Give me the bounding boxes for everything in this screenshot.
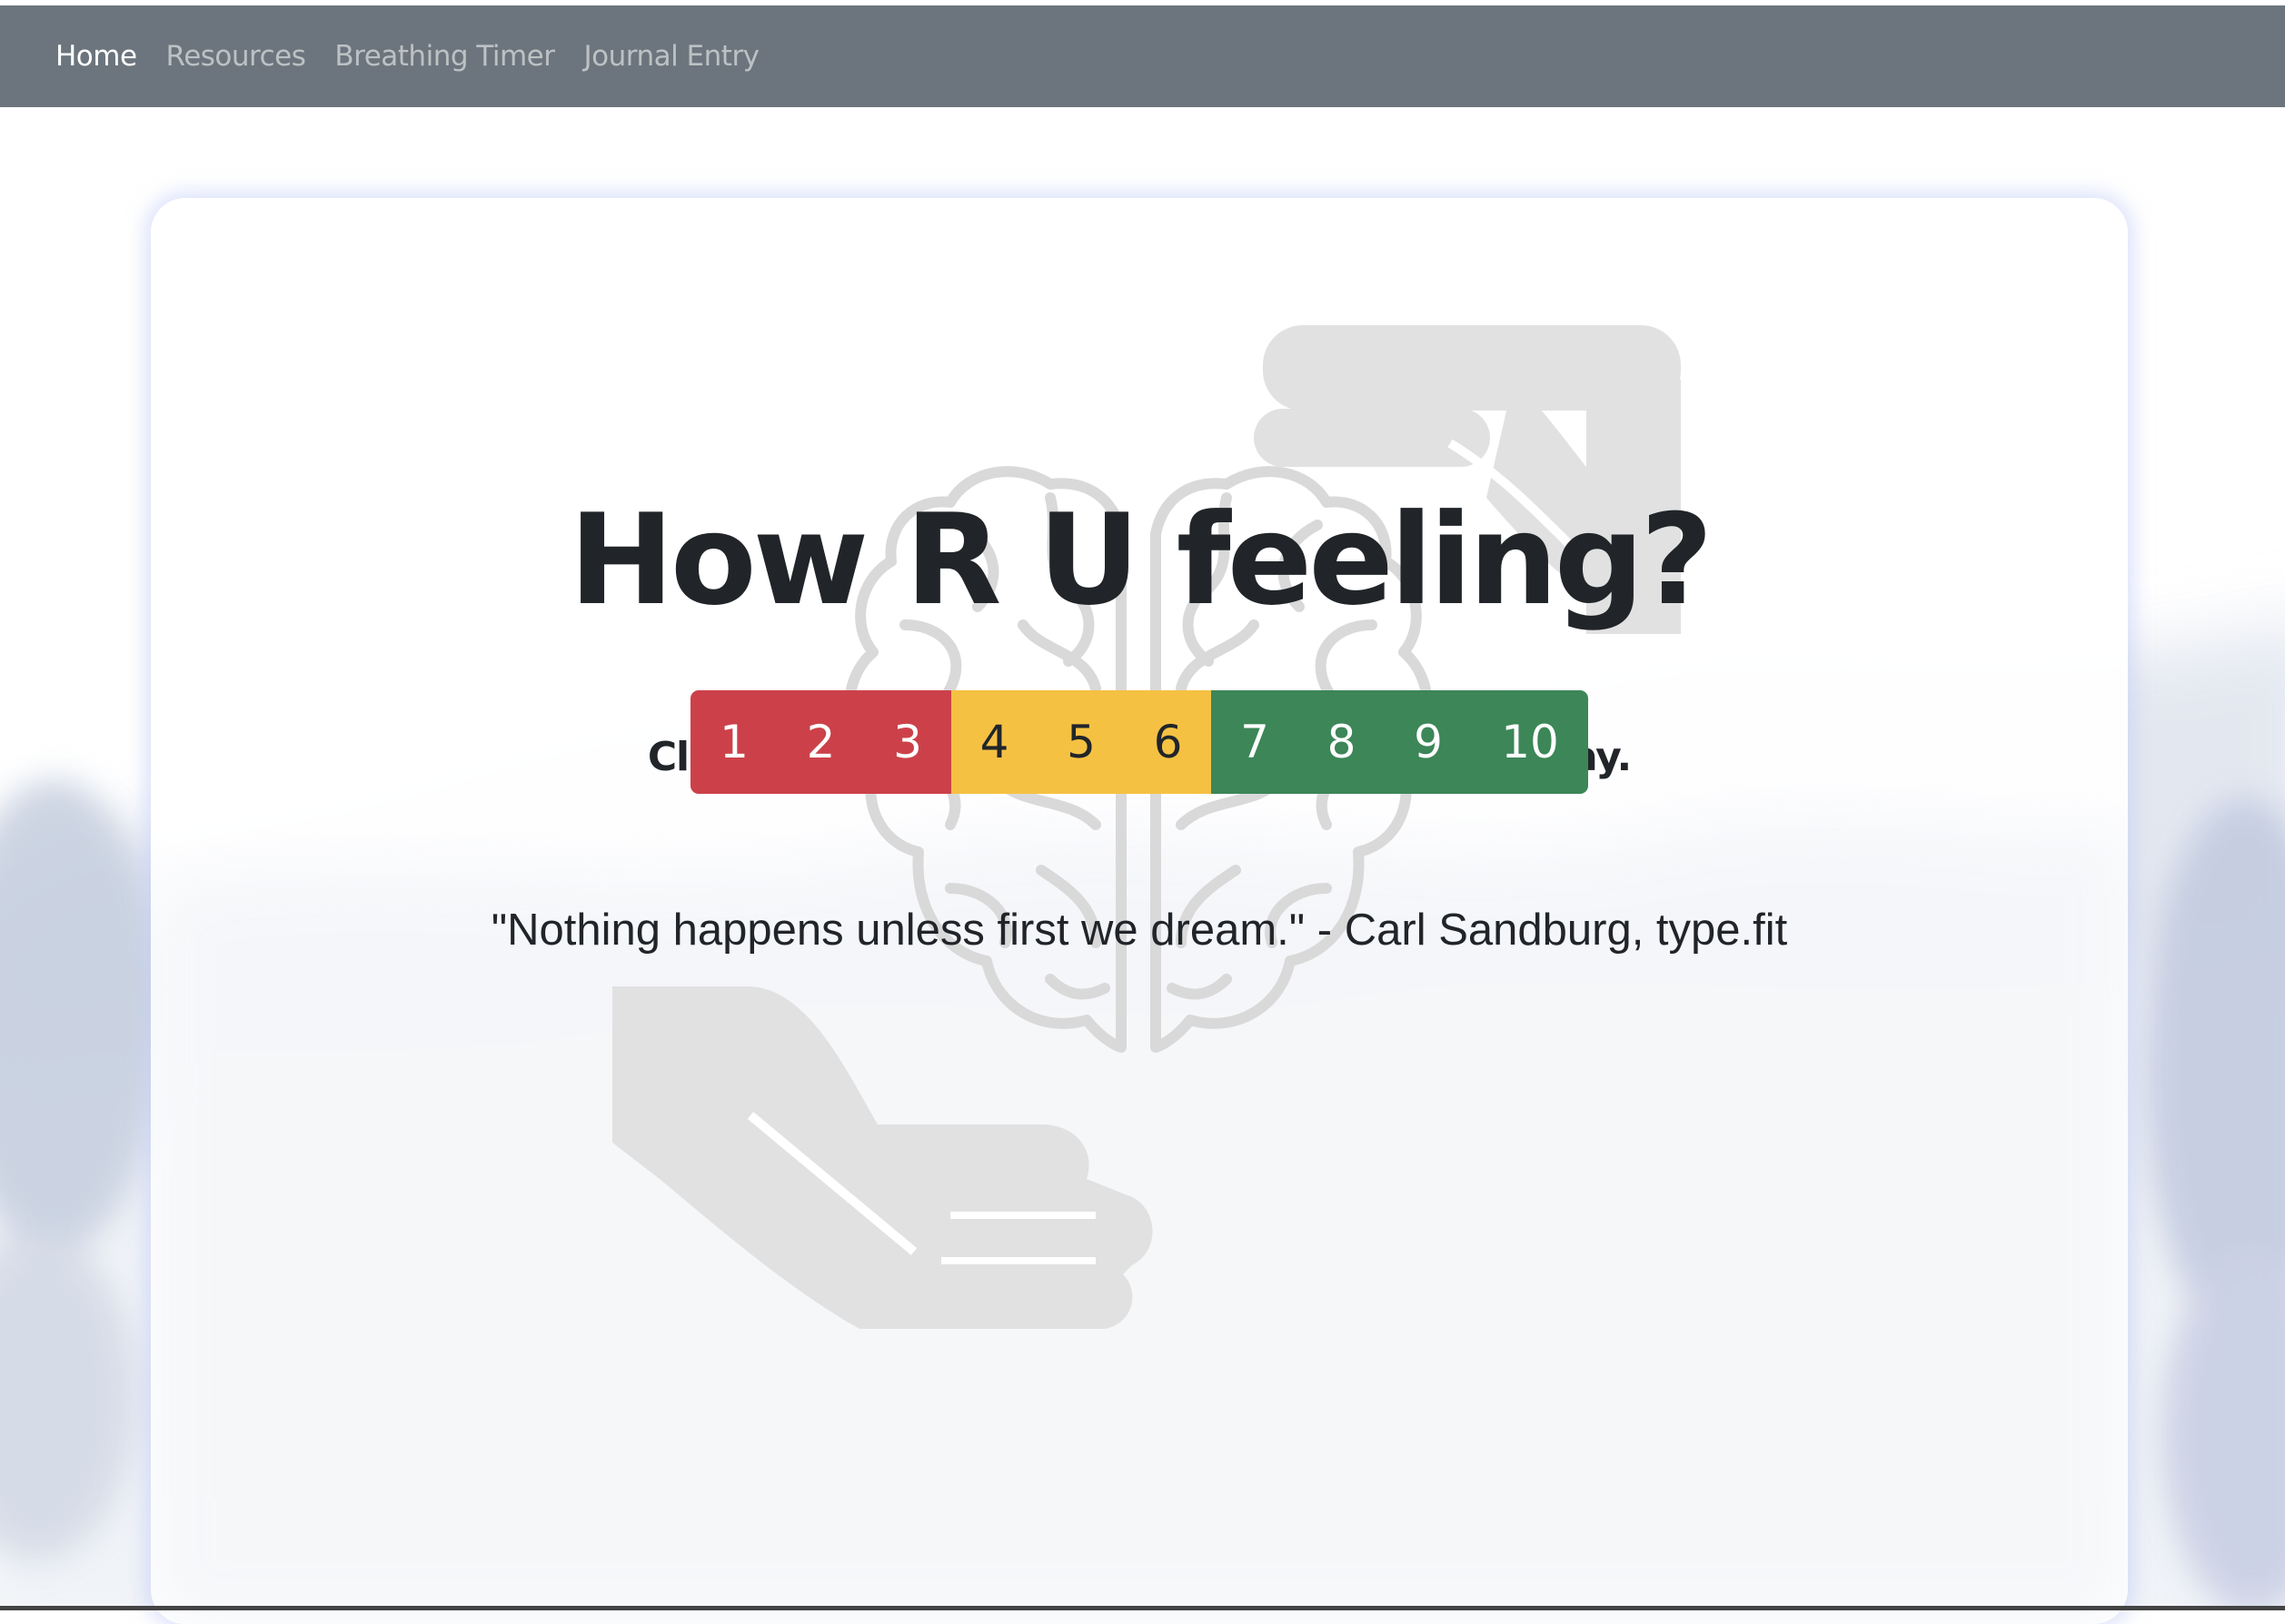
- scale-button-3[interactable]: 3: [864, 690, 951, 794]
- scale-button-8[interactable]: 8: [1298, 690, 1385, 794]
- navbar: Home Resources Breathing Timer Journal E…: [0, 5, 2285, 107]
- scale-button-5[interactable]: 5: [1038, 690, 1125, 794]
- nav-breathing-timer-link[interactable]: Breathing Timer: [334, 40, 555, 73]
- scale-button-2[interactable]: 2: [778, 690, 864, 794]
- mood-scale: 1 2 3 4 5 6 7 8 9 10: [690, 690, 1588, 794]
- page-title: How R U feeling?: [569, 487, 1713, 633]
- nav-home-link[interactable]: Home: [55, 40, 137, 73]
- window-bottom-edge: [0, 1606, 2285, 1610]
- nav-resources-link[interactable]: Resources: [166, 40, 306, 73]
- scale-button-10[interactable]: 10: [1472, 690, 1588, 794]
- nav-journal-entry-link[interactable]: Journal Entry: [583, 40, 760, 73]
- scale-button-9[interactable]: 9: [1385, 690, 1472, 794]
- main-card: How R U feeling? Click on scale to log h…: [151, 198, 2128, 1624]
- scale-button-1[interactable]: 1: [690, 690, 778, 794]
- scale-button-6[interactable]: 6: [1125, 690, 1211, 794]
- scale-button-4[interactable]: 4: [951, 690, 1038, 794]
- daily-quote: "Nothing happens unless first we dream."…: [491, 906, 1788, 955]
- scale-button-7[interactable]: 7: [1211, 690, 1298, 794]
